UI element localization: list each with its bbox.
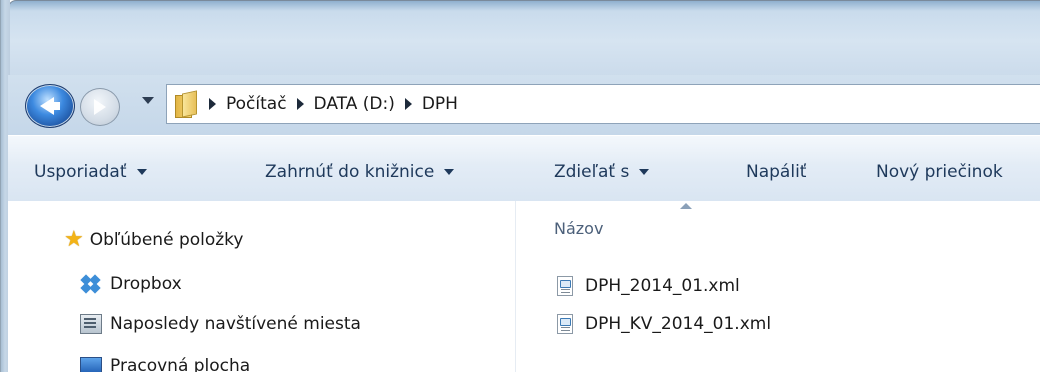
recent-places-icon [80,314,102,334]
breadcrumb-separator-icon[interactable] [209,98,216,110]
folder-icon [175,90,197,118]
pane-splitter[interactable] [515,201,516,372]
burn-label: Napáliť [746,162,807,182]
file-name: DPH_2014_01.xml [585,276,740,296]
back-button[interactable] [25,84,75,128]
column-header-name[interactable]: Názov [554,219,603,238]
breadcrumb-separator-icon[interactable] [404,98,412,110]
burn-button[interactable]: Napáliť [746,162,806,182]
back-arrow-icon [40,97,60,115]
xml-file-icon [557,276,573,296]
breadcrumb-dph[interactable]: DPH [422,94,458,114]
nav-item-label: Obľúbené položky [89,230,244,250]
recent-pages-dropdown-icon[interactable] [142,97,154,104]
breadcrumb-data-drive[interactable]: DATA (D:) [314,94,395,114]
chevron-down-icon [639,169,650,175]
nav-item-label: Dropbox [110,274,182,294]
organize-menu[interactable]: Usporiadať [34,162,147,182]
forward-arrow-icon [94,99,106,115]
nav-item-recent-places[interactable]: Naposledy navštívené miesta [80,314,361,334]
chevron-down-icon [444,169,455,175]
share-with-label: Zdieľať s [554,162,630,182]
file-item[interactable]: DPH_2014_01.xml [557,276,740,296]
address-bar[interactable]: Počítač DATA (D:) DPH [166,84,1040,124]
organize-label: Usporiadať [34,162,127,182]
forward-button[interactable] [80,88,120,126]
nav-item-label: Naposledy navštívené miesta [110,314,361,334]
dropbox-icon [80,274,102,294]
title-bar [8,0,1040,76]
nav-item-desktop[interactable]: Pracovná plocha [80,356,250,372]
file-item[interactable]: DPH_KV_2014_01.xml [557,314,771,334]
breadcrumb-separator-icon[interactable] [296,98,304,110]
new-folder-label: Nový priečinok [876,162,1003,182]
xml-file-icon [557,314,573,334]
new-folder-button[interactable]: Nový priečinok [876,162,1003,182]
nav-item-dropbox[interactable]: Dropbox [80,274,182,294]
explorer-window: Počítač DATA (D:) DPH Usporiadať Zahrnúť… [0,0,1040,372]
breadcrumb-computer[interactable]: Počítač [226,94,287,114]
nav-item-favorites[interactable]: ★ Obľúbené položky [64,229,243,251]
share-with-menu[interactable]: Zdieľať s [554,162,650,182]
file-name: DPH_KV_2014_01.xml [585,314,772,334]
desktop-icon [80,357,102,372]
nav-item-label: Pracovná plocha [110,356,251,372]
star-icon: ★ [64,227,84,252]
include-in-library-label: Zahrnúť do knižnice [265,162,435,182]
include-in-library-menu[interactable]: Zahrnúť do knižnice [265,162,455,182]
chevron-down-icon [136,169,147,175]
sort-ascending-icon [680,203,692,209]
